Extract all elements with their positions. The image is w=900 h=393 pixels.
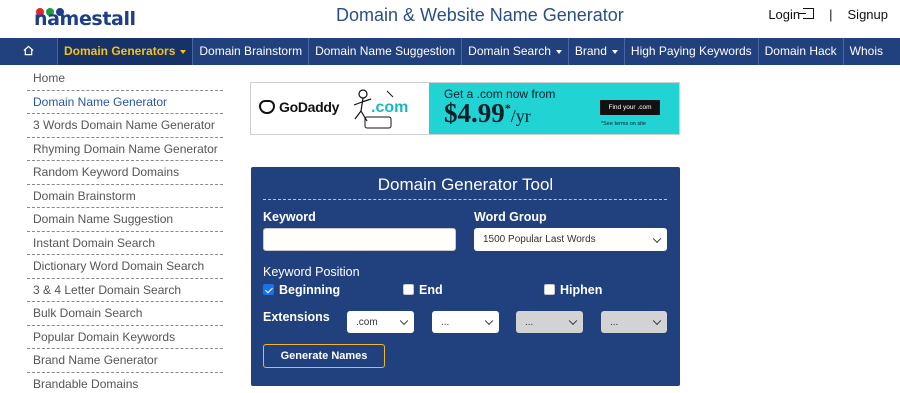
chevron-down-icon <box>652 234 662 243</box>
domain-generator-tool: Domain Generator Tool Keyword Word Group… <box>251 167 680 386</box>
caret-down-icon <box>611 49 618 54</box>
nav-whois[interactable]: Whois <box>844 38 889 65</box>
nav-domain-generators[interactable]: Domain Generators <box>58 38 194 65</box>
keyword-position-label: Keyword Position <box>263 265 360 279</box>
extensions-label: Extensions <box>263 310 330 324</box>
chevron-down-icon <box>568 316 578 326</box>
nav-label: Domain Generators <box>64 44 176 58</box>
keyword-label: Keyword <box>263 210 316 224</box>
sidebar-item-domain-brainstorm[interactable]: Domain Brainstorm <box>27 185 223 208</box>
nav-domain-search[interactable]: Domain Search <box>462 38 569 65</box>
extension-select-2[interactable]: ... <box>432 311 499 333</box>
sidebar-item-dictionary-word-search[interactable]: Dictionary Word Domain Search <box>27 255 223 279</box>
word-group-value: 1500 Popular Last Words <box>483 234 596 245</box>
position-hiphen-label[interactable]: Hiphen <box>560 283 602 297</box>
login-icon <box>799 8 815 19</box>
sidebar-item-random-keyword-domains[interactable]: Random Keyword Domains <box>27 161 223 185</box>
nav-brand[interactable]: Brand <box>569 38 625 65</box>
auth-separator: | <box>829 7 833 22</box>
home-icon <box>23 45 34 56</box>
sidebar-item-3-words-generator[interactable]: 3 Words Domain Name Generator <box>27 114 223 138</box>
caret-down-icon <box>555 49 562 54</box>
nav-label: Brand <box>574 44 607 58</box>
position-end-label[interactable]: End <box>419 283 443 297</box>
ad-price-block: $4.99*/yr <box>444 98 531 129</box>
nav-label: Domain Search <box>468 44 551 58</box>
keyword-input[interactable] <box>263 228 456 251</box>
generate-names-button[interactable]: Generate Names <box>263 344 385 368</box>
extension-value-4: ... <box>610 316 619 328</box>
nav-home[interactable] <box>0 38 58 65</box>
nav-domain-name-suggestion[interactable]: Domain Name Suggestion <box>309 38 463 65</box>
sidebar-item-brand-name-generator[interactable]: Brand Name Generator <box>27 349 223 373</box>
nav-high-paying-keywords[interactable]: High Paying Keywords <box>625 38 759 65</box>
sidebar-item-rhyming-generator[interactable]: Rhyming Domain Name Generator <box>27 138 223 161</box>
site-logo[interactable]: namestall <box>34 3 136 35</box>
ad-terms: *See terms on site <box>601 121 646 127</box>
position-hiphen-checkbox[interactable] <box>544 284 555 295</box>
site-header: namestall Domain & Website Name Generato… <box>0 0 900 38</box>
main-nav: Domain Generators Domain Brainstorm Doma… <box>0 38 900 65</box>
tool-divider <box>263 199 667 200</box>
ad-offer-area: Get a .com now from $4.99*/yr Find your … <box>429 83 679 134</box>
ad-brand: GoDaddy <box>279 99 340 115</box>
ad-price: $4.99 <box>444 98 505 128</box>
sidebar-item-home[interactable]: Home <box>27 67 223 91</box>
login-link[interactable]: Login <box>768 7 815 22</box>
ad-price-unit: /yr <box>510 106 531 126</box>
extension-select-1[interactable]: .com <box>347 311 414 333</box>
ad-cta-button[interactable]: Find your .com <box>600 100 660 115</box>
chevron-down-icon <box>652 316 662 326</box>
sidebar-item-brandable-domains[interactable]: Brandable Domains <box>27 373 223 393</box>
godaddy-logo-icon <box>259 100 275 114</box>
extension-select-3[interactable]: ... <box>516 311 583 333</box>
position-beginning-label[interactable]: Beginning <box>279 283 340 297</box>
godaddy-ad-banner[interactable]: GoDaddy .com Get a .com now from $4.99*/… <box>250 82 680 135</box>
sidebar-item-domain-name-generator[interactable]: Domain Name Generator <box>27 91 223 114</box>
logo-text: namestall <box>34 8 136 30</box>
position-beginning-checkbox[interactable] <box>263 284 274 295</box>
extension-value-3: ... <box>525 316 534 328</box>
signup-link[interactable]: Signup <box>848 7 888 22</box>
tool-title: Domain Generator Tool <box>377 175 554 194</box>
auth-links: Login | Signup <box>768 7 888 22</box>
position-end-checkbox[interactable] <box>403 284 414 295</box>
nav-domain-brainstorm[interactable]: Domain Brainstorm <box>193 38 310 65</box>
word-group-label: Word Group <box>474 210 547 224</box>
ad-brand-area: GoDaddy .com <box>251 83 429 134</box>
sidebar-item-3-4-letter-search[interactable]: 3 & 4 Letter Domain Search <box>27 279 223 302</box>
word-group-select[interactable]: 1500 Popular Last Words <box>474 228 667 251</box>
caret-down-icon <box>180 49 187 54</box>
sidebar-item-domain-name-suggestion[interactable]: Domain Name Suggestion <box>27 208 223 232</box>
sidebar-item-bulk-domain-search[interactable]: Bulk Domain Search <box>27 302 223 326</box>
sidebar: Home Domain Name Generator 3 Words Domai… <box>27 67 223 393</box>
chevron-down-icon <box>399 316 409 326</box>
site-title: Domain & Website Name Generator <box>336 5 624 25</box>
nav-domain-hack[interactable]: Domain Hack <box>759 38 844 65</box>
chevron-down-icon <box>484 316 494 326</box>
extension-value-2: ... <box>441 316 450 328</box>
extension-select-4[interactable]: ... <box>601 311 667 333</box>
sidebar-item-instant-domain-search[interactable]: Instant Domain Search <box>27 232 223 255</box>
login-label: Login <box>768 7 801 22</box>
extension-value-1: .com <box>356 316 378 328</box>
ad-graphic-text: .com <box>371 99 409 116</box>
sidebar-item-popular-keywords[interactable]: Popular Domain Keywords <box>27 326 223 349</box>
